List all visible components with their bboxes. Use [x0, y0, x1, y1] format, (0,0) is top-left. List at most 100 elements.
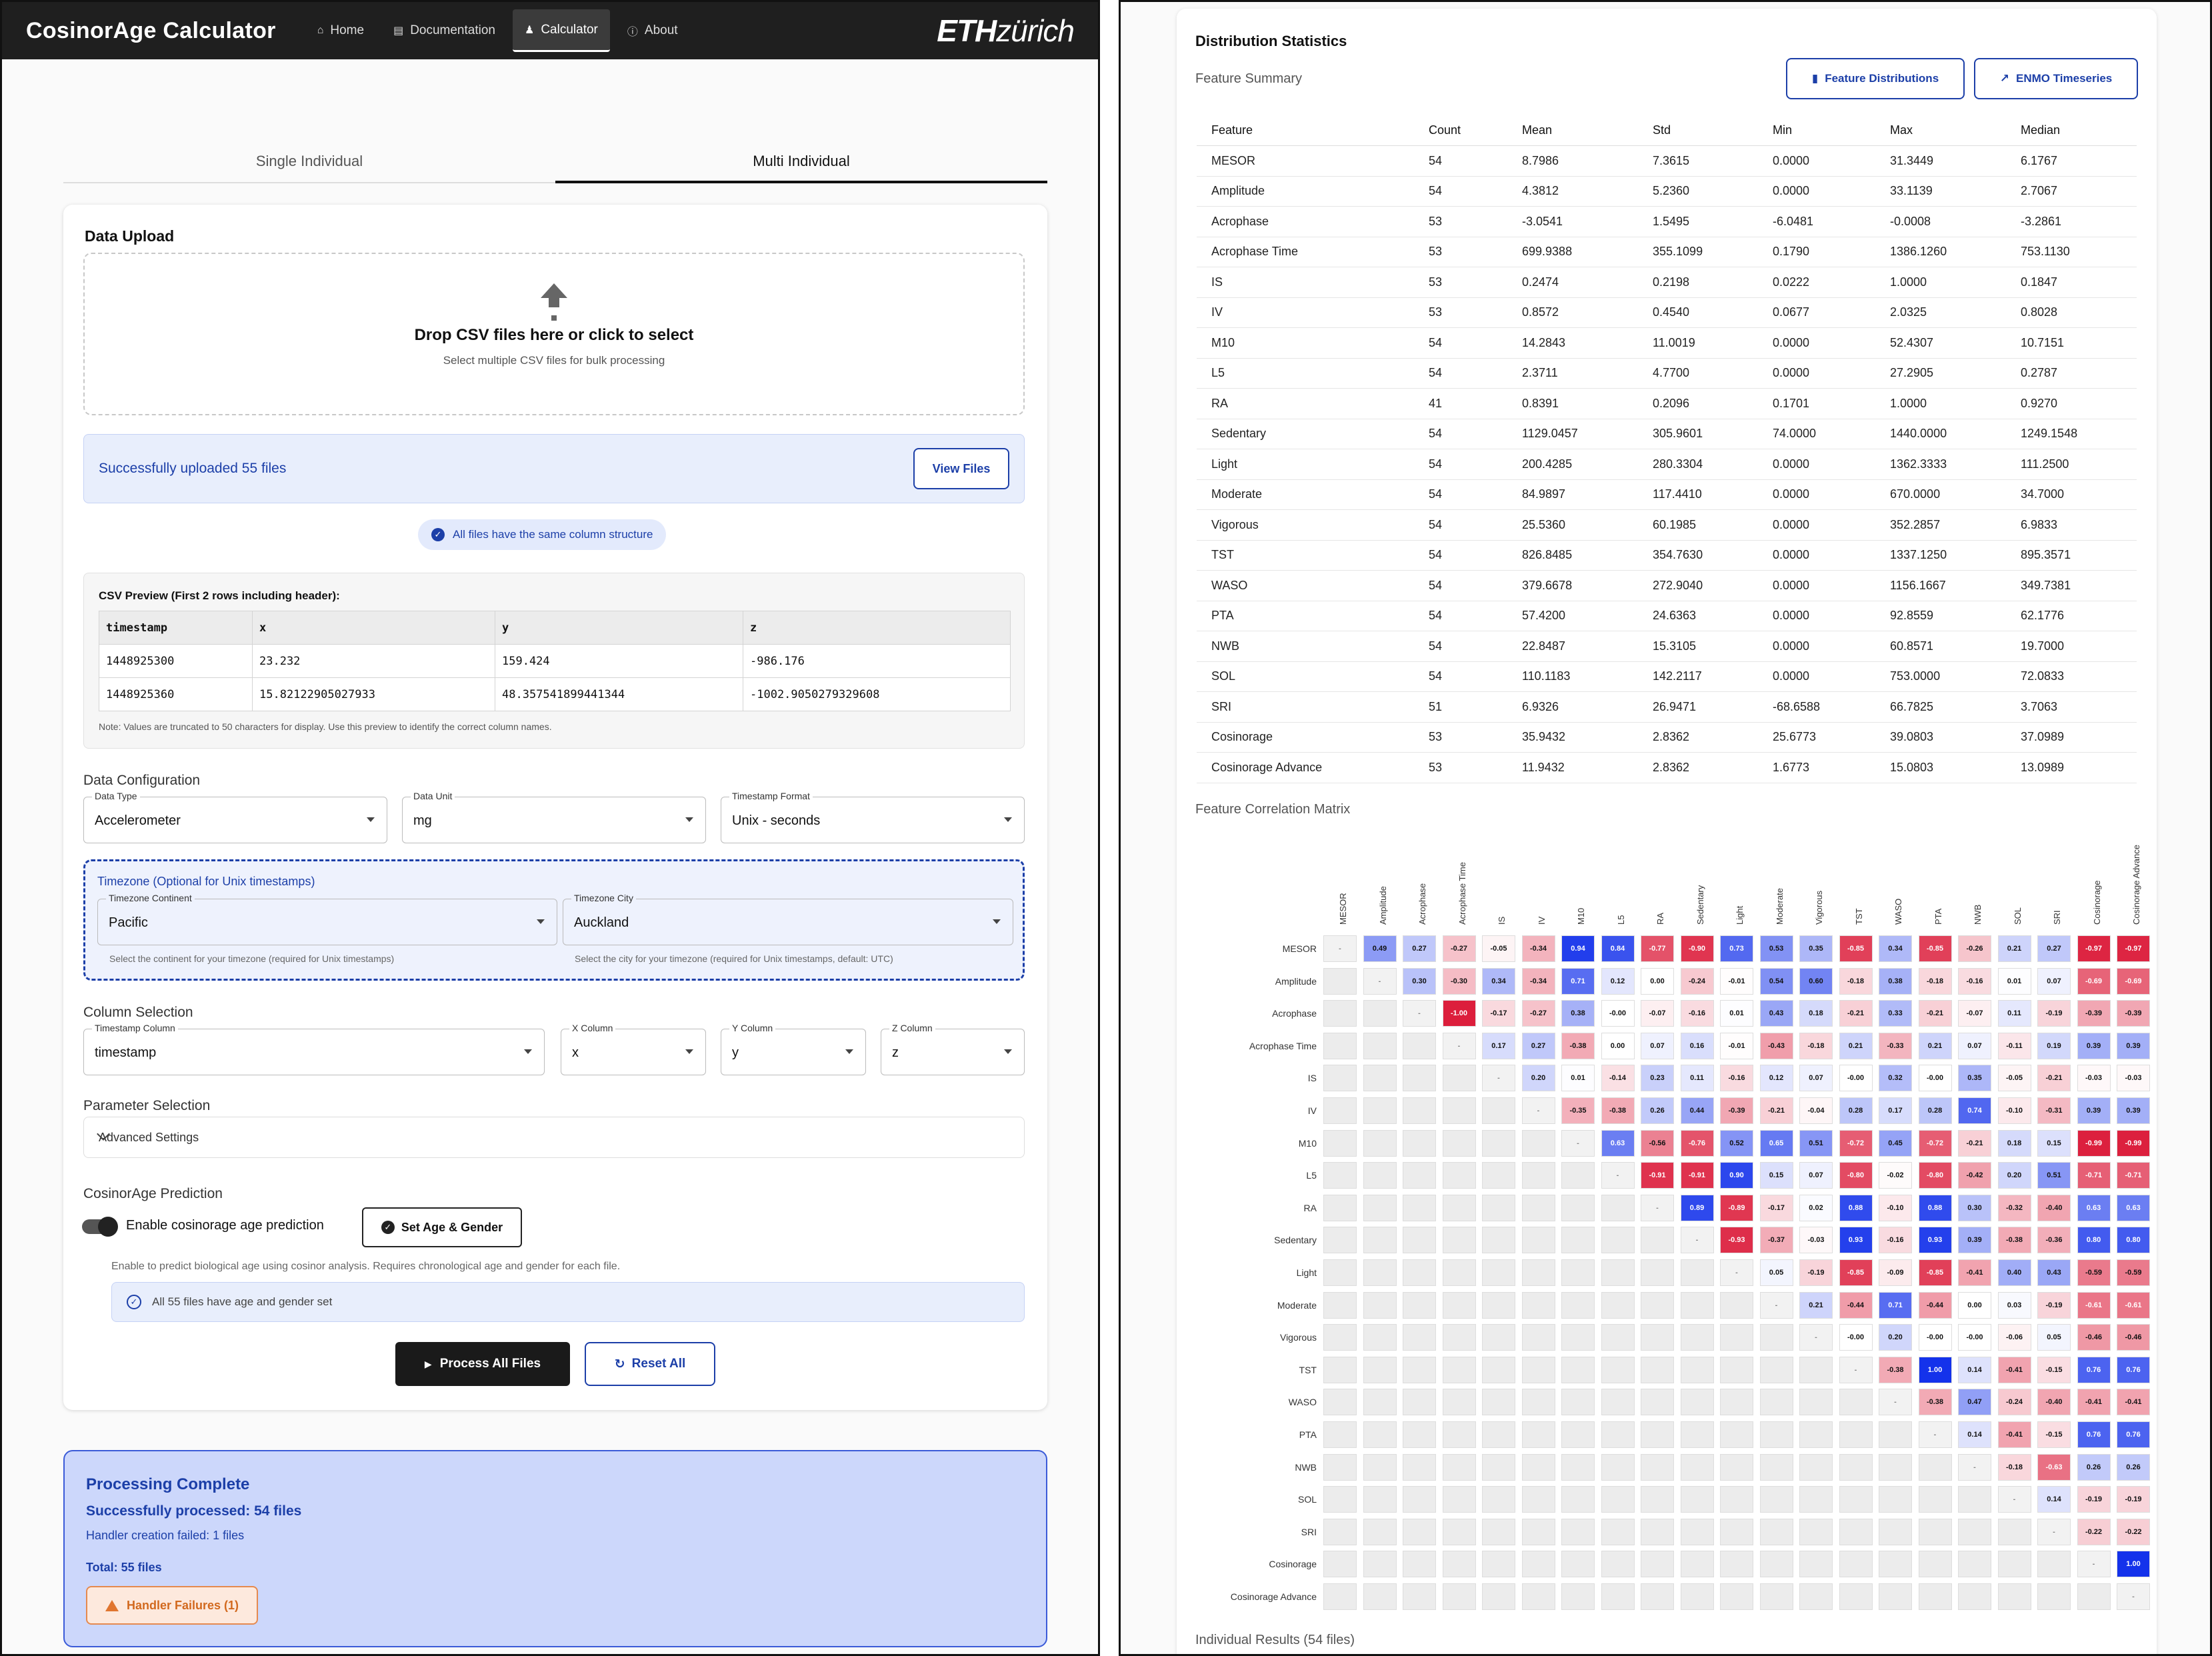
- process-all-files-button[interactable]: ▶ Process All Files: [395, 1342, 570, 1386]
- heatmap-cell: [1363, 1162, 1397, 1189]
- heatmap-cell: 0.88: [1918, 1194, 1952, 1221]
- nav-home[interactable]: ⌂ Home: [305, 9, 376, 52]
- handler-failures-button[interactable]: Handler Failures (1): [86, 1586, 258, 1625]
- heatmap-cell: -0.00: [1918, 1324, 1952, 1351]
- column-label: Amplitude: [1377, 886, 1388, 925]
- heatmap-cell: [1482, 1421, 1515, 1448]
- reset-all-button[interactable]: ↻ Reset All: [585, 1342, 715, 1386]
- table-cell: 22.8487: [1507, 631, 1638, 662]
- heatmap-cell: [1403, 1421, 1436, 1448]
- table-cell: Cosinorage Advance: [1197, 752, 1414, 783]
- heatmap-cell: [1759, 1453, 1793, 1481]
- enmo-timeseries-button[interactable]: ↗ ENMO Timeseries: [1974, 58, 2138, 99]
- column-label: Light: [1735, 905, 1745, 925]
- table-cell: 117.4410: [1638, 479, 1758, 510]
- heatmap-cell: [1601, 1324, 1635, 1351]
- heatmap-cell: 0.21: [1997, 935, 2031, 962]
- table-cell: PTA: [1197, 601, 1414, 631]
- table-cell: 1337.1250: [1875, 540, 2006, 571]
- table-cell: 2.7067: [2006, 176, 2137, 207]
- timestamp-column-select[interactable]: Timestamp Column timestamp: [83, 1023, 545, 1075]
- data-type-select[interactable]: Data Type Accelerometer: [83, 791, 387, 843]
- heatmap-cell: [1323, 1551, 1357, 1578]
- heatmap-cell: -0.15: [2037, 1356, 2071, 1383]
- table-cell: 11.9432: [1507, 752, 1638, 783]
- heatmap-cell: 0.18: [1997, 1129, 2031, 1157]
- heatmap-cell: [1363, 1453, 1397, 1481]
- processing-success-text: Successfully processed: 54 files: [86, 1503, 302, 1519]
- heatmap-cell: -0.40: [2037, 1194, 2071, 1221]
- prediction-title: CosinorAge Prediction: [83, 1186, 223, 1201]
- heatmap-cell: [1482, 1097, 1515, 1124]
- processing-total-text: Total: 55 files: [86, 1561, 162, 1574]
- heatmap-cell: 0.94: [1561, 935, 1595, 962]
- tab-single-individual[interactable]: Single Individual: [63, 142, 555, 182]
- heatmap-cell: [1363, 1356, 1397, 1383]
- timestamp-format-select[interactable]: Timestamp Format Unix - seconds: [721, 791, 1025, 843]
- heatmap-cell: -0.63: [2037, 1453, 2071, 1481]
- tab-multi-individual[interactable]: Multi Individual: [555, 142, 1047, 183]
- heatmap-cell: [1442, 1486, 1476, 1513]
- heatmap-cell: [1323, 1129, 1357, 1157]
- nav-calculator[interactable]: ♟ Calculator: [512, 9, 610, 52]
- heatmap-cell: -0.26: [1958, 935, 1991, 962]
- advanced-settings-accordion[interactable]: Advanced Settings: [83, 1117, 1025, 1158]
- table-cell: 54: [1414, 176, 1507, 207]
- heatmap-cell: [1561, 1421, 1595, 1448]
- heatmap-cell: -0.10: [1879, 1194, 1912, 1221]
- heatmap-cell: 0.30: [1403, 967, 1436, 995]
- heatmap-cell: [1403, 1453, 1436, 1481]
- nav-about[interactable]: ⓘ About: [615, 9, 690, 52]
- table-cell: 60.8571: [1875, 631, 2006, 662]
- cosinorage-toggle[interactable]: [82, 1217, 118, 1237]
- table-cell: 54: [1414, 358, 1507, 389]
- heatmap-cell: -: [1323, 935, 1357, 962]
- process-label: Process All Files: [439, 1357, 541, 1371]
- table-cell: 1156.1667: [1875, 570, 2006, 601]
- column-label: IS: [1497, 916, 1507, 925]
- heatmap-cell: [1323, 1356, 1357, 1383]
- heatmap-cell: [1442, 1453, 1476, 1481]
- heatmap-cell: 0.21: [1839, 1032, 1873, 1059]
- column-label: Sedentary: [1695, 885, 1705, 925]
- brand-title[interactable]: CosinorAge Calculator: [26, 18, 276, 44]
- timezone-city-select[interactable]: Timezone City Auckland: [563, 893, 1013, 945]
- nav-documentation[interactable]: ▤ Documentation: [381, 9, 507, 52]
- table-cell: z: [743, 611, 1011, 645]
- table-cell: Sedentary: [1197, 419, 1414, 449]
- heatmap-cell: 0.20: [1997, 1162, 2031, 1189]
- heatmap-cell: [1759, 1486, 1793, 1513]
- table-cell: 48.357541899441344: [495, 677, 743, 711]
- heatmap-cell: [1997, 1551, 2031, 1578]
- data-config-title: Data Configuration: [83, 773, 201, 788]
- feature-distributions-button[interactable]: ▮ Feature Distributions: [1786, 58, 1965, 99]
- view-files-button[interactable]: View Files: [913, 448, 1009, 489]
- heatmap-cell: [1799, 1486, 1833, 1513]
- heatmap-cell: 0.54: [1759, 967, 1793, 995]
- set-age-gender-button[interactable]: ✓ Set Age & Gender: [362, 1207, 522, 1247]
- table-row: SOL 54 110.1183 142.2117 0.0000 753.0000 72.08…: [1197, 661, 2137, 692]
- table-row: RA 41 0.8391 0.2096 0.1701 1.0000 0.9270: [1197, 388, 2137, 419]
- z-column-select[interactable]: Z Column z: [881, 1023, 1025, 1075]
- feature-summary-table: Feature Count Mean Std Min Max Median MESOR 54 8.…: [1197, 115, 2137, 783]
- heatmap-cell: -: [1521, 1097, 1555, 1124]
- heatmap-cell: [1482, 1324, 1515, 1351]
- y-column-select[interactable]: Y Column y: [721, 1023, 866, 1075]
- data-unit-select[interactable]: Data Unit mg: [402, 791, 706, 843]
- trend-line-icon: ↗: [1999, 72, 2009, 85]
- dropzone-subtitle: Select multiple CSV files for bulk proce…: [443, 354, 665, 367]
- column-label: Acrophase: [1417, 883, 1427, 925]
- timezone-continent-select[interactable]: Timezone Continent Pacific: [97, 893, 557, 945]
- heatmap-cell: [1521, 1583, 1555, 1610]
- heatmap-cell: [1641, 1259, 1674, 1286]
- x-column-select[interactable]: X Column x: [561, 1023, 706, 1075]
- heatmap-cell: [1482, 1453, 1515, 1481]
- table-cell: 4.7700: [1638, 358, 1758, 389]
- table-cell: 354.7630: [1638, 540, 1758, 571]
- heatmap-cell: [1323, 967, 1357, 995]
- heatmap-cell: -0.38: [1997, 1227, 2031, 1254]
- correlation-heatmap: MESOR MESOR Amplitude Amplitude Acrophase Acr…: [1203, 829, 2157, 1629]
- file-dropzone[interactable]: Drop CSV files here or click to select S…: [83, 253, 1025, 415]
- heatmap-cell: 0.27: [1521, 1032, 1555, 1059]
- heatmap-cell: [1918, 1518, 1952, 1545]
